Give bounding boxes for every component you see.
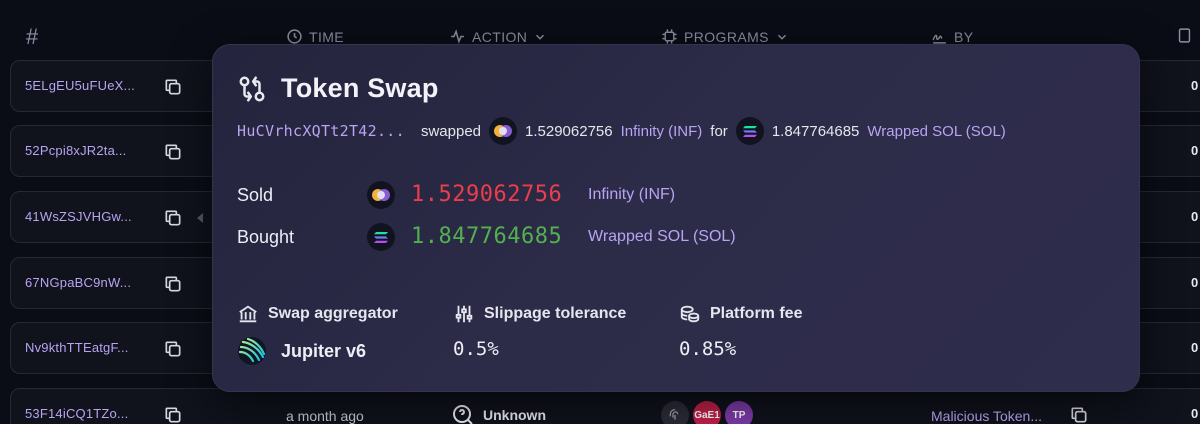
swap-summary: HuCVrhcXQTt2T42... swapped 1.529062756 I… — [237, 117, 1006, 145]
header-time: TIME — [286, 28, 344, 45]
summary-connector: for — [710, 122, 728, 140]
row-tail-value: 0 — [1191, 78, 1199, 93]
question-search-icon — [453, 405, 473, 424]
sold-amount: 1.529062756 — [411, 182, 563, 207]
header-hash: # — [26, 24, 39, 49]
fee-value: 0.85% — [679, 338, 737, 360]
fingerprint-program-icon[interactable] — [661, 401, 689, 424]
fee-label: Platform fee — [710, 305, 803, 322]
aggregator-name: Jupiter v6 — [281, 340, 367, 361]
slippage-heading: Slippage tolerance — [453, 303, 626, 325]
signature-link[interactable]: Nv9kthTTEatgF... — [25, 340, 129, 355]
copy-icon[interactable] — [163, 274, 183, 294]
header-time-label: TIME — [309, 28, 345, 45]
infinity-token-logo-icon — [367, 181, 395, 209]
row-tail-value: 0 — [1191, 143, 1199, 158]
row-tail-value: 0 — [1191, 340, 1199, 355]
row-tail-value: 0 — [1191, 209, 1199, 224]
signature-link[interactable]: 67NGpaBC9nW... — [25, 275, 131, 290]
sold-token-link[interactable]: Infinity (INF) — [588, 186, 675, 204]
program-badge[interactable]: TP — [725, 401, 753, 424]
header-by-label: BY — [954, 28, 974, 45]
copy-icon[interactable] — [1069, 405, 1089, 424]
summary-sold-amount: 1.529062756 — [525, 122, 613, 140]
summary-bought-token-link[interactable]: Wrapped SOL (SOL) — [867, 123, 1005, 140]
header-programs-label: PROGRAMS — [684, 28, 769, 45]
summary-verb: swapped — [420, 122, 482, 140]
header-programs-filter[interactable]: PROGRAMS — [661, 28, 789, 45]
program-badge[interactable]: GaE1 — [693, 401, 721, 424]
popover-pointer-icon — [197, 213, 203, 223]
popover-title: Token Swap — [281, 73, 439, 103]
solana-token-logo-icon — [367, 223, 395, 251]
header-extra-icon — [1176, 26, 1193, 45]
summary-sold-token-link[interactable]: Infinity (INF) — [621, 123, 703, 140]
copy-icon[interactable] — [163, 208, 183, 228]
jupiter-logo-icon — [238, 337, 266, 365]
copy-icon[interactable] — [163, 142, 183, 162]
copy-icon[interactable] — [163, 77, 183, 97]
aggregator-label: Swap aggregator — [268, 305, 398, 322]
bought-token-link[interactable]: Wrapped SOL (SOL) — [588, 228, 736, 246]
token-swap-popover: Token Swap HuCVrhcXQTt2T42... swapped 1.… — [212, 44, 1140, 392]
aggregator-heading: Swap aggregator — [237, 303, 398, 325]
summary-bought-amount: 1.847764685 — [771, 122, 860, 140]
signature-link[interactable]: 5ELgEU5uFUeX... — [25, 78, 135, 93]
row-action[interactable]: Unknown — [451, 403, 546, 424]
bank-icon — [239, 305, 257, 323]
header-action-filter[interactable]: ACTION — [449, 28, 547, 45]
sliders-icon — [455, 305, 473, 323]
row-by-link[interactable]: Malicious Token... — [931, 408, 1042, 424]
coins-icon — [680, 305, 700, 323]
bought-label: Bought — [237, 227, 295, 247]
chip-icon — [662, 29, 677, 44]
row-action-label: Unknown — [483, 407, 546, 423]
clock-icon — [287, 29, 302, 44]
swap-arrows-icon — [239, 76, 265, 101]
copy-icon[interactable] — [163, 339, 183, 359]
solana-token-logo-icon — [735, 117, 764, 145]
copy-icon[interactable] — [163, 405, 183, 424]
slippage-value: 0.5% — [453, 338, 499, 360]
chevron-down-icon — [777, 34, 786, 40]
row-tail-value: 0 — [1191, 275, 1199, 290]
signature-link[interactable]: 41WsZSJVHGw... — [25, 209, 132, 224]
header-by: BY — [931, 28, 973, 45]
bought-amount: 1.847764685 — [411, 224, 563, 249]
signature-link[interactable]: 53F14iCQ1TZo... — [25, 406, 128, 421]
slippage-label: Slippage tolerance — [484, 305, 627, 322]
signature-link[interactable]: 52Pcpi8xJR2ta... — [25, 143, 126, 158]
swapper-address-link[interactable]: HuCVrhcXQTt2T42... — [237, 122, 405, 140]
document-icon — [1178, 28, 1191, 43]
row-programs: GaE1 TP — [661, 401, 753, 424]
sold-label: Sold — [237, 185, 274, 205]
chevron-down-icon — [536, 34, 545, 40]
popover-header: Token Swap — [237, 73, 439, 104]
aggregator-value[interactable]: Jupiter v6 — [237, 336, 366, 366]
infinity-token-logo-icon — [489, 117, 518, 145]
row-tail-value: 0 — [1191, 406, 1199, 421]
row-time: a month ago — [286, 408, 364, 424]
signature-icon — [932, 34, 946, 44]
table-row[interactable]: 53F14iCQ1TZo... a month ago Unknown GaE1… — [10, 388, 1200, 424]
header-action-label: ACTION — [472, 28, 528, 45]
activity-icon — [451, 29, 464, 44]
fee-heading: Platform fee — [679, 303, 802, 325]
